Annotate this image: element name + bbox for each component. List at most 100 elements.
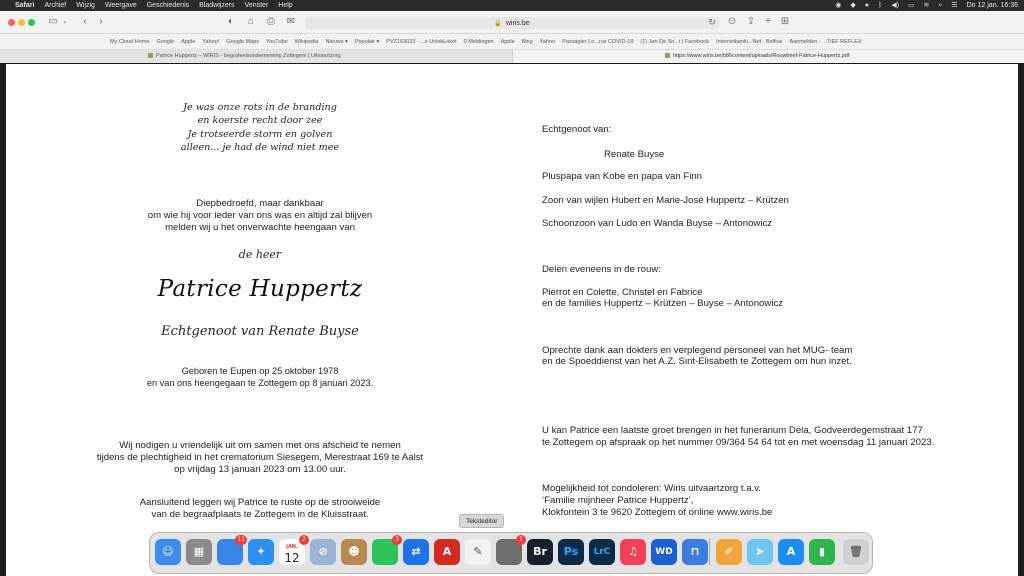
new-tab-icon[interactable]: + [762, 15, 774, 29]
favorite-link[interactable]: 0 Meldingen [464, 39, 494, 45]
calendar-badge: 2 [299, 535, 309, 545]
favorite-link[interactable]: Google Maps [226, 39, 259, 45]
print-icon[interactable]: ⎙ [265, 15, 277, 29]
address-bar[interactable]: 🔒 wiris.be [305, 17, 719, 29]
home-icon[interactable]: ⌂ [245, 15, 257, 29]
menu-wijzig[interactable]: Wijzig [76, 0, 95, 11]
pages-icon[interactable]: ✐ [716, 539, 742, 565]
status-area: ◉ ◆ ● ᛒ ◀) ▭ ≋ ⌕ ☰ Do 12 jan. 16:36 [835, 0, 1018, 11]
control-center-icon[interactable]: ☰ [951, 0, 957, 11]
finder-icon[interactable]: ☺ [155, 539, 181, 565]
burial-text: Aansluitend leggen wij Patrice te ruste … [6, 497, 514, 521]
intro-line: melden wij u het onverwachte heengaan va… [165, 222, 355, 233]
acrobat-icon[interactable]: A [434, 539, 460, 565]
deceased-name: Patrice Huppertz [157, 276, 363, 302]
wd-discovery-icon[interactable]: WD [651, 539, 677, 565]
favorite-link[interactable]: YouTube [266, 39, 288, 45]
bridge-icon[interactable]: Br [527, 539, 553, 565]
menu-geschiedenis[interactable]: Geschiedenis [147, 0, 189, 11]
menu-venster[interactable]: Venster [245, 0, 269, 11]
dates-line: en van ons heengegaan te Zottegem op 8 j… [146, 377, 374, 388]
fullscreen-window-button[interactable] [28, 19, 35, 26]
favorite-link[interactable]: My Cloud Home [110, 39, 149, 45]
dropbox-icon[interactable]: ◆ [850, 0, 855, 11]
reload-icon[interactable]: ↻ [707, 15, 717, 29]
menubar-clock[interactable]: Do 12 jan. 16:36 [967, 0, 1018, 11]
menu-bladwijzers[interactable]: Bladwijzers [199, 0, 234, 11]
spotlight-icon[interactable]: ⌕ [938, 0, 942, 11]
settings-badge: 1 [516, 535, 526, 545]
favorite-link[interactable]: Bing [522, 39, 533, 45]
condolence-line: Klokfontein 3 te 9620 Zottegem of online… [542, 507, 773, 518]
birth-death-dates: Geboren te Eupen op 25 oktober 1978 en v… [6, 366, 514, 389]
favorite-link[interactable]: Google [156, 39, 174, 45]
favorite-link[interactable]: Apple [181, 39, 195, 45]
back-arrow-icon[interactable]: ‹ [79, 15, 91, 29]
privacy-report-icon[interactable]: ◐ [225, 15, 237, 29]
lightroom-classic-icon[interactable]: LrC [589, 539, 615, 565]
favorite-folder[interactable]: Populair ▾ [355, 39, 379, 45]
minimize-window-button[interactable] [18, 19, 25, 26]
funerarium-line: te Zottegem op afspraak op het nummer 09… [542, 437, 935, 448]
blocked-app-icon[interactable]: ⊘ [310, 539, 336, 565]
intro-text: Diepbedroefd, maar dankbaar om wie hij v… [6, 198, 514, 234]
favorite-link[interactable]: Aanmelden - ...TIEF REFLEX [789, 39, 861, 45]
tab-overview-icon[interactable]: ⊞ [779, 15, 791, 29]
burial-line: van de begraafplaats te Zottegem in de K… [151, 509, 369, 521]
menu-help[interactable]: Help [278, 0, 292, 11]
poem-line: en koerste recht door zee [197, 115, 323, 127]
favorite-link[interactable]: Yahoo [540, 39, 556, 45]
downloads-icon[interactable]: ⊙ [726, 15, 738, 29]
favorite-link[interactable]: Passagier Lo...rus COVID-19 [562, 39, 633, 45]
record-icon[interactable]: ● [865, 0, 869, 11]
sidebar-toggle-icon[interactable]: ▭ [46, 15, 60, 29]
forward-arrow-icon[interactable]: › [95, 15, 107, 29]
wifi-icon[interactable]: ≋ [924, 0, 930, 11]
sidebar-chevron-down-icon[interactable]: ⌄ [61, 15, 69, 29]
facetime-icon[interactable]: 3 [372, 535, 402, 565]
music-icon[interactable]: ♫ [620, 539, 646, 565]
battery-icon[interactable]: ▭ [908, 0, 915, 11]
favorite-link[interactable]: (1) Jan De Sn...t | Facebook [640, 39, 709, 45]
favorite-link[interactable]: Internetbanki...Net - Belfius [716, 39, 782, 45]
maps-icon[interactable]: ➤ [747, 539, 773, 565]
share-icon[interactable]: ⇪ [745, 15, 757, 29]
bluetooth-menu-icon[interactable]: ᛒ [878, 0, 882, 11]
app-store-icon[interactable]: A [778, 539, 804, 565]
mail-icon[interactable]: 11 [217, 535, 247, 565]
teamviewer-icon[interactable]: ⇄ [403, 539, 429, 565]
salutation: de heer [238, 248, 282, 261]
favorite-link[interactable]: Apple [501, 39, 515, 45]
favorite-link[interactable]: Wikipedia [295, 39, 319, 45]
poem-line: Je trotseerde storm en golven [187, 128, 333, 140]
poem-line: alleen... je had de wind niet mee [180, 141, 340, 153]
mourning-line: Pierrot en Colette, Christel en Fabrice [542, 287, 703, 298]
volume-icon[interactable]: ◀) [891, 0, 899, 11]
favorite-link[interactable]: Yahoo! [202, 39, 219, 45]
close-window-button[interactable] [8, 19, 15, 26]
launchpad-icon[interactable]: ▦ [186, 539, 212, 565]
mail-share-icon[interactable]: ✉ [285, 15, 297, 29]
numbers-icon[interactable]: ▮ [809, 539, 835, 565]
calendar-icon[interactable]: JAN. 12 2 [279, 535, 309, 565]
location-icon[interactable]: ◉ [835, 0, 841, 11]
safari-icon[interactable]: ✦ [248, 539, 274, 565]
tab-bar: Patrice Huppertz – WIRIS - begrafenisond… [0, 50, 1024, 63]
tab-pdf[interactable]: https://www.wiris.be/b86content/uploads/… [512, 50, 1024, 63]
textedit-icon[interactable]: ✎ [465, 539, 491, 565]
favorites-bar: My Cloud Home Google Apple Yahoo! Google… [0, 34, 1024, 50]
site-favicon-icon [148, 53, 153, 59]
trash-icon[interactable]: 🗑 [843, 539, 869, 565]
tab-wiris-page[interactable]: Patrice Huppertz – WIRIS - begrafenisond… [0, 50, 512, 63]
contacts-icon[interactable]: ☻ [341, 539, 367, 565]
favorite-folder[interactable]: Nieuws ▾ [325, 39, 347, 45]
settings-icon[interactable]: 1 [496, 535, 526, 565]
keynote-icon[interactable]: ⊓ [682, 539, 708, 565]
menu-app-safari[interactable]: Safari [15, 0, 34, 11]
favorite-link[interactable]: PVZ163033 - ...s UniekLoket [386, 39, 456, 45]
photoshop-icon[interactable]: Ps [558, 539, 584, 565]
menu-archief[interactable]: Archief [44, 0, 66, 11]
pdf-page[interactable]: Je was onze rots in de branding en koers… [6, 64, 1018, 576]
menu-weergave[interactable]: Weergave [105, 0, 137, 11]
spouse-heading: Echtgenoot van: [542, 124, 612, 135]
